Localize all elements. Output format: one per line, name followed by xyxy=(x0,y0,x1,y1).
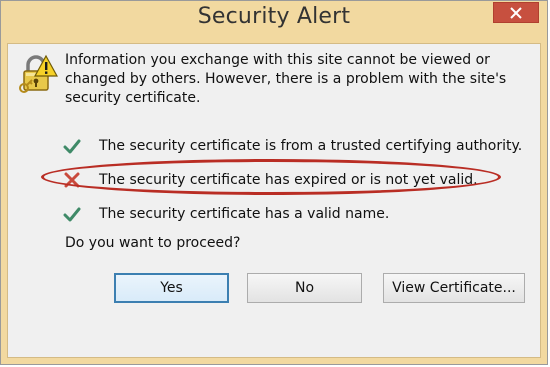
check-item-expired: The security certificate has expired or … xyxy=(61,167,531,193)
close-icon xyxy=(510,6,522,19)
close-button[interactable] xyxy=(493,2,539,23)
check-item-label: The security certificate is from a trust… xyxy=(99,137,523,154)
dialog-title: Security Alert xyxy=(197,4,351,29)
cross-icon xyxy=(61,169,83,191)
certificate-checks: The security certificate is from a trust… xyxy=(61,133,531,235)
check-item-valid-name: The security certificate has a valid nam… xyxy=(61,201,531,227)
check-item-label: The security certificate has expired or … xyxy=(99,171,478,188)
proceed-question: Do you want to proceed? xyxy=(65,235,241,251)
yes-button[interactable]: Yes xyxy=(114,273,229,303)
lock-icon xyxy=(19,54,58,93)
view-certificate-button[interactable]: View Certificate... xyxy=(383,273,525,303)
dialog-message: Information you exchange with this site … xyxy=(65,52,507,106)
security-alert-dialog: Security Alert Information you exchange … xyxy=(0,0,548,365)
checkmark-icon xyxy=(61,203,83,225)
check-item-trusted-authority: The security certificate is from a trust… xyxy=(61,133,531,159)
check-item-label: The security certificate has a valid nam… xyxy=(99,205,390,222)
checkmark-icon xyxy=(61,135,83,157)
title-bar[interactable]: Security Alert xyxy=(1,1,547,43)
no-button[interactable]: No xyxy=(247,273,362,303)
